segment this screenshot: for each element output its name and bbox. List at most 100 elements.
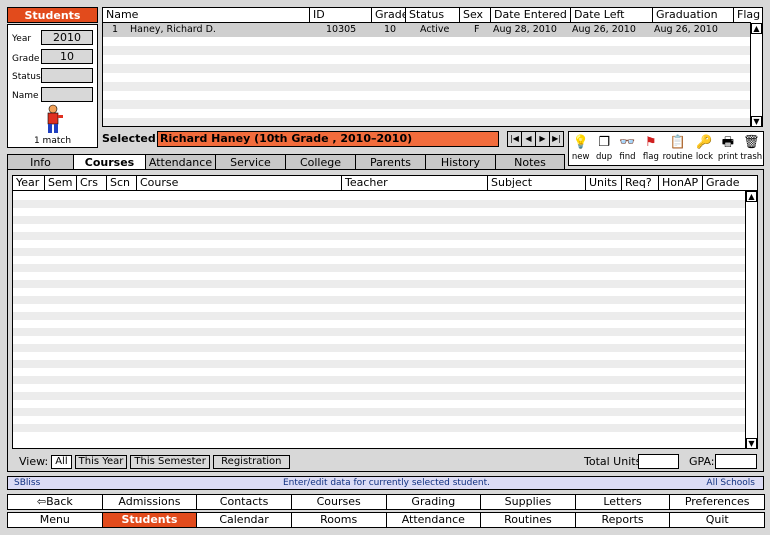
tab-parents[interactable]: Parents xyxy=(355,154,426,170)
tab-attendance[interactable]: Attendance xyxy=(145,154,216,170)
first-record-icon[interactable]: |◀ xyxy=(507,131,522,147)
table-row xyxy=(13,392,746,400)
col-course[interactable]: Course xyxy=(137,176,342,191)
flag-button[interactable]: ⚑ flag xyxy=(639,132,662,165)
col-year[interactable]: Year xyxy=(13,176,45,191)
col-date-entered[interactable]: Date Entered xyxy=(491,8,571,23)
nav-menu-button[interactable]: Menu xyxy=(7,512,103,528)
name-field[interactable] xyxy=(41,87,93,102)
col-sem[interactable]: Sem xyxy=(45,176,77,191)
grade-field[interactable]: 10 xyxy=(41,49,93,64)
scroll-up-icon[interactable]: ▲ xyxy=(746,191,757,202)
nav-supplies-button[interactable]: Supplies xyxy=(480,494,576,510)
flag-icon: ⚑ xyxy=(645,135,657,150)
status-bar: Enter/edit data for currently selected s… xyxy=(7,476,764,490)
nav-contacts-button[interactable]: Contacts xyxy=(196,494,292,510)
nav-courses-button[interactable]: Courses xyxy=(290,494,387,510)
find-button[interactable]: 👓 find xyxy=(616,132,639,165)
col-units[interactable]: Units xyxy=(586,176,622,191)
nav-row-1: ⇦Back Admissions Contacts Courses Gradin… xyxy=(7,494,765,510)
col-status[interactable]: Status xyxy=(406,8,460,23)
col-grade[interactable]: Grade xyxy=(372,8,406,23)
routine-button[interactable]: 📋 routine xyxy=(663,132,693,165)
status-label: Status xyxy=(12,72,41,82)
col-teacher[interactable]: Teacher xyxy=(342,176,488,191)
nav-quit-button[interactable]: Quit xyxy=(669,512,765,528)
flag-label: flag xyxy=(642,152,659,162)
table-row xyxy=(13,200,746,208)
view-this-year-button[interactable]: This Year xyxy=(74,454,128,469)
scroll-down-icon[interactable]: ▼ xyxy=(746,438,757,448)
nav-grading-button[interactable]: Grading xyxy=(385,494,482,510)
table-row[interactable]: 1 Haney, Richard D. 10305 10 Active F Au… xyxy=(103,23,751,37)
row-id: 10305 xyxy=(326,24,357,35)
col-crs[interactable]: Crs xyxy=(77,176,107,191)
col-flag[interactable]: Flag xyxy=(734,8,762,23)
table-row xyxy=(13,216,746,224)
view-registration-button[interactable]: Registration xyxy=(212,454,290,469)
nav-reports-button[interactable]: Reports xyxy=(574,512,671,528)
nav-back-label: Back xyxy=(46,495,73,508)
students-table-scrollbar[interactable]: ▲ ▼ xyxy=(750,23,762,126)
courses-table-header: Year Sem Crs Scn Course Teacher Subject … xyxy=(13,176,757,191)
table-row xyxy=(103,118,751,126)
scroll-up-icon[interactable]: ▲ xyxy=(751,23,762,34)
scroll-down-icon[interactable]: ▼ xyxy=(751,116,762,126)
table-row xyxy=(13,264,746,272)
row-sex: F xyxy=(474,24,480,35)
col-date-left[interactable]: Date Left xyxy=(571,8,653,23)
next-record-icon[interactable]: ▶ xyxy=(535,131,550,147)
nav-letters-button[interactable]: Letters xyxy=(574,494,671,510)
dup-button[interactable]: ❐ dup xyxy=(592,132,615,165)
new-button[interactable]: 💡 new xyxy=(569,132,592,165)
status-message: Enter/edit data for currently selected s… xyxy=(283,478,490,488)
nav-admissions-button[interactable]: Admissions xyxy=(101,494,198,510)
nav-preferences-button[interactable]: Preferences xyxy=(669,494,765,510)
trash-button[interactable]: 🗑 trash xyxy=(740,132,763,165)
tab-history[interactable]: History xyxy=(425,154,496,170)
record-toolbar: 💡 new ❐ dup 👓 find ⚑ flag 📋 routine 🔑 lock 🖶 pr… xyxy=(568,131,764,166)
col-name[interactable]: Name xyxy=(103,8,310,23)
tab-notes[interactable]: Notes xyxy=(495,154,565,170)
year-field[interactable]: 2010 xyxy=(41,30,93,45)
status-field[interactable] xyxy=(41,68,93,83)
printer-icon: 🖶 xyxy=(721,135,734,150)
table-row xyxy=(13,312,746,320)
nav-back-button[interactable]: ⇦Back xyxy=(7,494,103,510)
col-honap[interactable]: HonAP xyxy=(659,176,703,191)
view-this-semester-button[interactable]: This Semester xyxy=(130,454,210,469)
tab-info[interactable]: Info xyxy=(7,154,74,170)
col-grade[interactable]: Grade xyxy=(703,176,757,191)
nav-calendar-button[interactable]: Calendar xyxy=(196,512,292,528)
lock-button[interactable]: 🔑 lock xyxy=(693,132,716,165)
total-units-label: Total Units: xyxy=(584,455,646,468)
nav-rooms-button[interactable]: Rooms xyxy=(290,512,387,528)
grade-label: Grade xyxy=(12,54,40,64)
nav-routines-button[interactable]: Routines xyxy=(480,512,576,528)
back-arrow-icon: ⇦ xyxy=(36,495,47,508)
col-sex[interactable]: Sex xyxy=(460,8,491,23)
print-button[interactable]: 🖶 print xyxy=(716,132,739,165)
previous-record-icon[interactable]: ◀ xyxy=(521,131,536,147)
tab-service[interactable]: Service xyxy=(215,154,286,170)
table-row xyxy=(103,64,751,73)
last-record-icon[interactable]: ▶| xyxy=(549,131,564,147)
col-graduation[interactable]: Graduation xyxy=(653,8,734,23)
view-all-button[interactable]: All xyxy=(51,454,72,469)
col-req[interactable]: Req? xyxy=(622,176,659,191)
gpa-field xyxy=(715,454,757,469)
row-grade: 10 xyxy=(384,24,397,35)
col-id[interactable]: ID xyxy=(310,8,372,23)
selected-label: Selected: xyxy=(102,132,161,145)
nav-students-button[interactable]: Students xyxy=(101,512,198,528)
name-label: Name xyxy=(12,91,39,101)
col-subject[interactable]: Subject xyxy=(488,176,586,191)
courses-table-scrollbar[interactable]: ▲ ▼ xyxy=(745,191,757,448)
table-row xyxy=(13,360,746,368)
record-navigator: |◀ ◀ ▶ ▶| xyxy=(507,131,564,147)
table-row xyxy=(103,82,751,91)
col-scn[interactable]: Scn xyxy=(107,176,137,191)
tab-college[interactable]: College xyxy=(285,154,356,170)
nav-attendance-button[interactable]: Attendance xyxy=(385,512,482,528)
new-label: new xyxy=(571,152,590,162)
